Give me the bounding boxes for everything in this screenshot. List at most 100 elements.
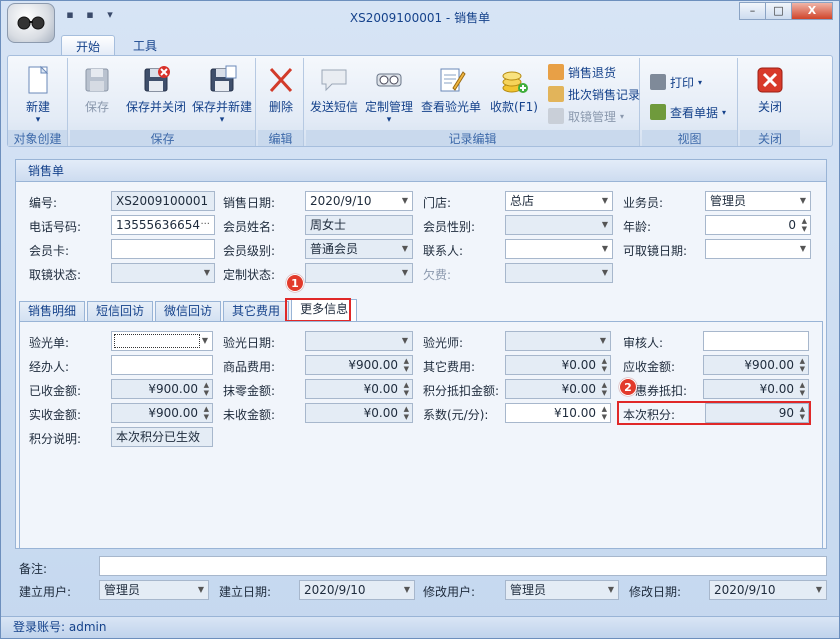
optometrist-dropdown-icon[interactable]: ▼ <box>600 332 606 350</box>
send-sms-button[interactable]: 发送短信 <box>308 60 360 128</box>
handler-field[interactable] <box>111 355 213 375</box>
delete-button[interactable]: 删除 <box>258 60 304 128</box>
optometrist-field[interactable]: ▼ <box>505 331 611 351</box>
contact-dropdown-icon[interactable]: ▼ <box>602 240 608 258</box>
cancel-pickup-label: 取镜管理 <box>568 109 617 124</box>
reviewer-field[interactable] <box>703 331 809 351</box>
contact-field[interactable]: ▼ <box>505 239 613 259</box>
rounding-spinner-icon[interactable]: ▲ ▼ <box>404 381 409 397</box>
remark-field[interactable] <box>99 556 827 576</box>
save-close-button[interactable]: 保存并关闭 <box>124 60 188 128</box>
app-menu-button[interactable] <box>7 3 55 43</box>
tab-sms-followup[interactable]: 短信回访 <box>87 301 154 321</box>
modified-by-dropdown-icon[interactable]: ▼ <box>608 581 614 599</box>
sale-date-label: 销售日期: <box>223 196 276 210</box>
modified-by-label: 修改用户: <box>423 585 476 599</box>
optometrist-label: 验光师: <box>423 336 464 350</box>
member-level-dropdown-icon[interactable]: ▼ <box>402 240 408 258</box>
received-field[interactable]: ¥900.00 ▲ ▼ <box>111 379 213 399</box>
phone-more-icon[interactable]: ··· <box>200 216 210 234</box>
code-field[interactable]: XS2009100001 <box>111 191 215 211</box>
save-button[interactable]: 保存 <box>72 60 122 128</box>
product-fee-spinner-icon[interactable]: ▲ ▼ <box>404 357 409 373</box>
salesman-dropdown-icon[interactable]: ▼ <box>800 192 806 210</box>
maximize-button[interactable]: □ <box>765 2 791 20</box>
coupon-spinner-icon[interactable]: ▲ ▼ <box>800 381 805 397</box>
unpaid-field[interactable]: ¥0.00 ▲ ▼ <box>305 403 413 423</box>
tab-wechat-followup[interactable]: 微信回访 <box>155 301 222 321</box>
close-button[interactable]: 关闭 <box>742 60 798 128</box>
points-deduct-field[interactable]: ¥0.00 ▲ ▼ <box>505 379 611 399</box>
close-window-button[interactable]: X <box>791 2 833 20</box>
custom-status-field[interactable]: ▼ <box>305 263 413 283</box>
receivable-field[interactable]: ¥900.00 ▲ ▼ <box>703 355 809 375</box>
store-dropdown-icon[interactable]: ▼ <box>602 192 608 210</box>
sale-date-field[interactable]: 2020/9/10 ▼ <box>305 191 413 211</box>
created-date-dropdown-icon[interactable]: ▼ <box>404 581 410 599</box>
other-fee-field[interactable]: ¥0.00 ▲ ▼ <box>505 355 611 375</box>
cancel-pickup-button[interactable]: 取镜管理 ▾ <box>548 106 624 126</box>
member-level-field[interactable]: 普通会员 ▼ <box>305 239 413 259</box>
created-by-dropdown-icon[interactable]: ▼ <box>198 581 204 599</box>
tab-sales-detail[interactable]: 销售明细 <box>19 301 86 321</box>
optometry-label: 验光单: <box>29 336 70 350</box>
owed-field[interactable]: ▼ <box>505 263 613 283</box>
member-gender-dropdown-icon[interactable]: ▼ <box>602 216 608 234</box>
batch-sales-button[interactable]: 批次销售记录 <box>548 84 640 104</box>
new-button[interactable]: 新建 ▾ <box>9 60 67 128</box>
pickup-status-dropdown-icon[interactable]: ▼ <box>204 264 210 282</box>
unpaid-spinner-icon[interactable]: ▲ ▼ <box>404 405 409 421</box>
owed-dropdown-icon[interactable]: ▼ <box>602 264 608 282</box>
rounding-field[interactable]: ¥0.00 ▲ ▼ <box>305 379 413 399</box>
receive-button[interactable]: 收款(F1) <box>486 60 542 128</box>
view-optometry-button[interactable]: 查看验光单 <box>418 60 484 128</box>
created-by-field[interactable]: 管理员 ▼ <box>99 580 209 600</box>
product-fee-field[interactable]: ¥900.00 ▲ ▼ <box>305 355 413 375</box>
points-deduct-spinner-icon[interactable]: ▲ ▼ <box>602 381 607 397</box>
member-card-field[interactable] <box>111 239 215 259</box>
modified-date-dropdown-icon[interactable]: ▼ <box>816 581 822 599</box>
points-deduct-label: 积分抵扣金额: <box>423 384 500 398</box>
modified-by-field[interactable]: 管理员 ▼ <box>505 580 619 600</box>
tab-other-fees[interactable]: 其它费用 <box>223 301 290 321</box>
store-field[interactable]: 总店 ▼ <box>505 191 613 211</box>
coef-spinner-icon[interactable]: ▲ ▼ <box>602 405 607 421</box>
optometry-field[interactable]: ▼ <box>111 331 213 351</box>
print-label: 打印 <box>670 75 695 90</box>
custom-status-dropdown-icon[interactable]: ▼ <box>402 264 408 282</box>
created-date-field[interactable]: 2020/9/10 ▼ <box>299 580 415 600</box>
pickup-date-dropdown-icon[interactable]: ▼ <box>800 240 806 258</box>
member-gender-field[interactable]: ▼ <box>505 215 613 235</box>
received-spinner-icon[interactable]: ▲ ▼ <box>204 381 209 397</box>
received-value: ¥900.00 <box>148 382 198 396</box>
actual-field[interactable]: ¥900.00 ▲ ▼ <box>111 403 213 423</box>
ribbon-tab-start[interactable]: 开始 <box>61 35 116 55</box>
optometry-dropdown-icon[interactable]: ▼ <box>202 332 208 350</box>
phone-field[interactable]: 13555636654 ··· <box>111 215 215 235</box>
minimize-button[interactable]: – <box>739 2 765 20</box>
modified-date-field[interactable]: 2020/9/10 ▼ <box>709 580 827 600</box>
salesman-field[interactable]: 管理员 ▼ <box>705 191 811 211</box>
custom-mgmt-dropdown-icon: ▾ <box>386 115 392 125</box>
optometry-date-field[interactable]: ▼ <box>305 331 413 351</box>
pickup-status-field[interactable]: ▼ <box>111 263 215 283</box>
view-doc-button[interactable]: 查看单据 ▾ <box>650 102 726 122</box>
sales-return-button[interactable]: 销售退货 <box>548 62 616 82</box>
ribbon-tab-tools[interactable]: 工具 <box>119 35 171 55</box>
sale-date-dropdown-icon[interactable]: ▼ <box>402 192 408 210</box>
coef-field[interactable]: ¥10.00 ▲ ▼ <box>505 403 611 423</box>
receivable-spinner-icon[interactable]: ▲ ▼ <box>800 357 805 373</box>
member-name-field[interactable]: 周女士 <box>305 215 413 235</box>
coupon-field[interactable]: ¥0.00 ▲ ▼ <box>703 379 809 399</box>
actual-spinner-icon[interactable]: ▲ ▼ <box>204 405 209 421</box>
save-new-button[interactable]: 保存并新建 ▾ <box>190 60 254 128</box>
member-level-label: 会员级别: <box>223 244 276 258</box>
pickup-date-field[interactable]: ▼ <box>705 239 811 259</box>
age-spinner-icon[interactable]: ▲ ▼ <box>802 217 807 233</box>
points-note-field[interactable]: 本次积分已生效 <box>111 427 213 447</box>
custom-mgmt-button[interactable]: 定制管理 ▾ <box>362 60 416 128</box>
optometry-date-dropdown-icon[interactable]: ▼ <box>402 332 408 350</box>
print-button[interactable]: 打印 ▾ <box>650 72 702 92</box>
age-field[interactable]: 0 ▲ ▼ <box>705 215 811 235</box>
other-fee-spinner-icon[interactable]: ▲ ▼ <box>602 357 607 373</box>
